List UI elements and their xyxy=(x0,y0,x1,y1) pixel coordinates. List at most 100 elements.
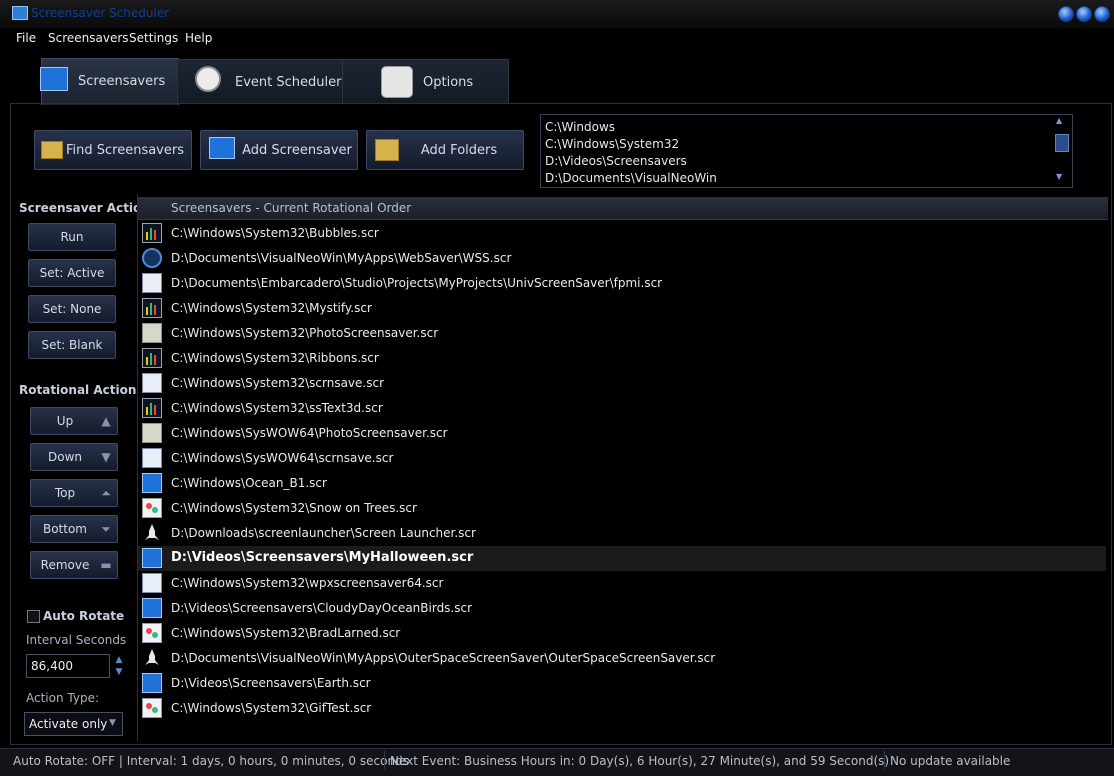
move-down-button[interactable]: Down ▼ xyxy=(30,443,118,471)
auto-rotate-checkbox[interactable] xyxy=(27,610,40,623)
status-auto-rotate: Auto Rotate: OFF | Interval: 1 days, 0 h… xyxy=(13,754,409,768)
tab-screensavers[interactable]: Screensavers xyxy=(40,58,179,105)
list-item-path: C:\Windows\System32\Ribbons.scr xyxy=(171,351,379,365)
list-item-path: D:\Videos\Screensavers\MyHalloween.scr xyxy=(171,550,474,565)
list-item-path: C:\Windows\SysWOW64\PhotoScreensaver.scr xyxy=(171,426,448,440)
move-top-label: Top xyxy=(54,486,76,500)
move-bottom-button[interactable]: Bottom ⏷ xyxy=(30,515,118,543)
maximize-button[interactable] xyxy=(1076,6,1092,22)
list-item-path: C:\Windows\System32\scrnsave.scr xyxy=(171,376,384,390)
move-up-label: Up xyxy=(56,414,74,428)
list-item[interactable]: C:\Windows\Ocean_B1.scr xyxy=(138,471,1106,496)
gear-icon xyxy=(142,698,162,718)
move-up-button[interactable]: Up ▲ xyxy=(30,407,118,435)
bars-icon xyxy=(142,223,162,243)
list-item[interactable]: C:\Windows\System32\Mystify.scr xyxy=(138,296,1106,321)
interval-seconds-input[interactable]: 86,400 xyxy=(26,654,110,678)
remove-button[interactable]: Remove ▬ xyxy=(30,551,118,579)
list-item[interactable]: C:\Windows\System32\Snow on Trees.scr xyxy=(138,496,1106,521)
scroll-thumb[interactable] xyxy=(1055,134,1069,152)
arrow-top-icon: ⏶ xyxy=(101,486,111,500)
chevron-down-icon: ▼ xyxy=(109,718,116,728)
menu-file[interactable]: File xyxy=(16,31,36,45)
remove-icon: ▬ xyxy=(100,558,112,572)
add-screensaver-label: Add Screensaver xyxy=(242,142,352,158)
spin-down-icon[interactable]: ▼ xyxy=(113,666,125,678)
add-folders-button[interactable]: Add Folders xyxy=(366,130,524,170)
clock-icon xyxy=(195,66,221,92)
rotational-actions-title: Rotational Actions xyxy=(19,383,144,397)
bars-icon xyxy=(142,398,162,418)
list-item-path: C:\Windows\System32\wpxscreensaver64.scr xyxy=(171,576,444,590)
close-button[interactable] xyxy=(1094,6,1110,22)
window-icon xyxy=(142,573,162,593)
list-item[interactable]: C:\Windows\System32\Ribbons.scr xyxy=(138,346,1106,371)
list-item[interactable]: C:\Windows\System32\Bubbles.scr xyxy=(138,221,1106,246)
folder-item[interactable]: D:\Documents\VisualNeoWin xyxy=(545,171,717,185)
menu-screensavers[interactable]: Screensavers xyxy=(48,31,129,45)
status-divider xyxy=(884,751,885,769)
list-item[interactable]: C:\Windows\SysWOW64\PhotoScreensaver.scr xyxy=(138,421,1106,446)
folder-list-scrollbar[interactable]: ▲ ▼ xyxy=(1054,116,1069,184)
action-type-value: Activate only xyxy=(29,717,108,731)
arrow-bottom-icon: ⏷ xyxy=(101,522,111,536)
list-item[interactable]: C:\Windows\System32\scrnsave.scr xyxy=(138,371,1106,396)
set-blank-button[interactable]: Set: Blank xyxy=(28,331,116,359)
action-type-select[interactable]: Activate only ▼ xyxy=(24,712,123,736)
list-item[interactable]: D:\Documents\VisualNeoWin\MyApps\WebSave… xyxy=(138,246,1106,271)
monitor-icon xyxy=(142,673,162,693)
scroll-up-arrow-icon[interactable]: ▲ xyxy=(1056,116,1062,125)
list-item-path: C:\Windows\System32\GifTest.scr xyxy=(171,701,372,715)
set-active-button[interactable]: Set: Active xyxy=(28,259,116,287)
auto-rotate-label: Auto Rotate xyxy=(43,609,125,623)
list-item[interactable]: C:\Windows\System32\PhotoScreensaver.scr xyxy=(138,321,1106,346)
arrow-up-icon: ▲ xyxy=(101,414,111,428)
interval-label: Interval Seconds xyxy=(26,633,127,647)
folder-item[interactable]: D:\Videos\Screensavers xyxy=(545,154,687,168)
list-item[interactable]: D:\Videos\Screensavers\CloudyDayOceanBir… xyxy=(138,596,1106,621)
minimize-button[interactable] xyxy=(1058,6,1074,22)
add-screensaver-button[interactable]: Add Screensaver xyxy=(200,130,358,170)
list-item-path: C:\Windows\System32\ssText3d.scr xyxy=(171,401,383,415)
move-down-label: Down xyxy=(47,450,82,464)
move-bottom-label: Bottom xyxy=(42,522,87,536)
photo-icon xyxy=(142,423,162,443)
list-item[interactable]: C:\Windows\System32\BradLarned.scr xyxy=(138,621,1106,646)
list-item[interactable]: C:\Windows\System32\GifTest.scr xyxy=(138,696,1106,721)
interval-spinner[interactable]: ▲ ▼ xyxy=(113,654,125,678)
scroll-down-arrow-icon[interactable]: ▼ xyxy=(1056,172,1062,181)
action-type-label: Action Type: xyxy=(26,691,100,705)
list-item[interactable]: D:\Videos\Screensavers\Earth.scr xyxy=(138,671,1106,696)
list-item-path: C:\Windows\System32\Bubbles.scr xyxy=(171,226,379,240)
tab-event-scheduler[interactable]: Event Scheduler xyxy=(177,59,344,104)
gear-icon xyxy=(142,623,162,643)
list-item-path: C:\Windows\System32\PhotoScreensaver.scr xyxy=(171,326,439,340)
menu-help[interactable]: Help xyxy=(185,31,212,45)
window-icon xyxy=(142,448,162,468)
run-button[interactable]: Run xyxy=(28,223,116,251)
menu-settings[interactable]: Settings xyxy=(129,31,178,45)
list-item[interactable]: C:\Windows\System32\wpxscreensaver64.scr xyxy=(138,571,1106,596)
move-top-button[interactable]: Top ⏶ xyxy=(30,479,118,507)
spin-up-icon[interactable]: ▲ xyxy=(113,654,125,666)
list-item[interactable]: D:\Downloads\screenlauncher\Screen Launc… xyxy=(138,521,1106,546)
folder-item[interactable]: C:\Windows xyxy=(545,120,615,134)
checklist-icon xyxy=(381,66,413,98)
folders-icon xyxy=(375,139,399,161)
window-title: Screensaver Scheduler xyxy=(31,6,170,20)
add-folders-label: Add Folders xyxy=(420,142,498,158)
status-update: No update available xyxy=(890,754,1011,768)
list-item[interactable]: D:\Documents\VisualNeoWin\MyApps\OuterSp… xyxy=(138,646,1106,671)
list-item-path: C:\Windows\System32\Snow on Trees.scr xyxy=(171,501,417,515)
set-none-button[interactable]: Set: None xyxy=(28,295,116,323)
find-screensavers-button[interactable]: Find Screensavers xyxy=(34,130,192,170)
tab-options[interactable]: Options xyxy=(342,59,509,104)
folder-list[interactable]: C:\Windows C:\Windows\System32 D:\Videos… xyxy=(540,114,1073,188)
list-item[interactable]: D:\Videos\Screensavers\MyHalloween.scr xyxy=(138,546,1106,571)
bars-icon xyxy=(142,298,162,318)
list-item[interactable]: C:\Windows\System32\ssText3d.scr xyxy=(138,396,1106,421)
list-item-path: D:\Downloads\screenlauncher\Screen Launc… xyxy=(171,526,476,540)
list-item[interactable]: D:\Documents\Embarcadero\Studio\Projects… xyxy=(138,271,1106,296)
list-item[interactable]: C:\Windows\SysWOW64\scrnsave.scr xyxy=(138,446,1106,471)
folder-item[interactable]: C:\Windows\System32 xyxy=(545,137,679,151)
